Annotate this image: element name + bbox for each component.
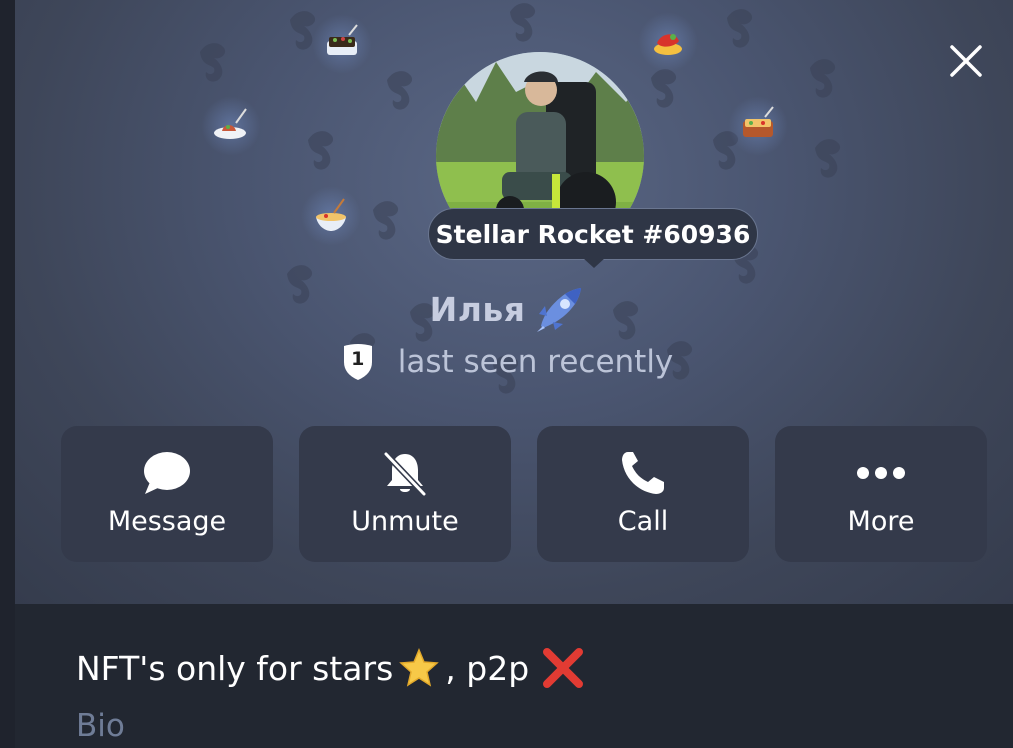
shield-badge[interactable]: 1 [340,342,376,382]
red-cross-icon [543,648,584,688]
profile-name: Илья [429,289,526,329]
bio-text-middle: , p2p [445,648,530,688]
crayfish-salad-icon [638,12,698,72]
call-label: Call [617,506,669,537]
profile-name-row: Илья [0,284,1013,334]
message-bubble-icon [61,448,273,498]
gift-tooltip[interactable]: Stellar Rocket #60936 [428,208,758,260]
more-label: More [847,506,915,537]
bell-off-icon [299,448,511,498]
close-icon [950,45,982,77]
tooltip-tail [583,258,605,268]
gift-tooltip-label: Stellar Rocket #60936 [435,219,751,249]
phone-icon [537,448,749,498]
baking-tray-icon [312,14,372,74]
casserole-icon [728,96,788,156]
unmute-button[interactable]: Unmute [299,426,511,562]
last-seen-status: last seen recently [397,344,674,380]
bio-section[interactable]: NFT's only for stars , p2p Bio [15,604,1013,748]
close-button[interactable] [945,40,987,82]
star-icon [399,648,440,687]
bio-label: Bio [76,708,125,744]
more-button[interactable]: More [775,426,987,562]
rocket-icon[interactable] [535,286,583,332]
more-dots-icon [775,448,987,498]
call-button[interactable]: Call [537,426,749,562]
action-buttons: Message Unmute Call More [61,426,987,562]
unmute-label: Unmute [351,506,459,537]
ramen-bowl-icon [301,186,361,246]
status-row: 1 last seen recently [0,338,1013,386]
badge-number: 1 [351,348,365,370]
bio-text-start: NFT's only for stars [76,648,394,688]
bio-text: NFT's only for stars , p2p [76,648,585,688]
plated-dish-icon [201,96,261,156]
message-label: Message [107,506,227,537]
message-button[interactable]: Message [61,426,273,562]
